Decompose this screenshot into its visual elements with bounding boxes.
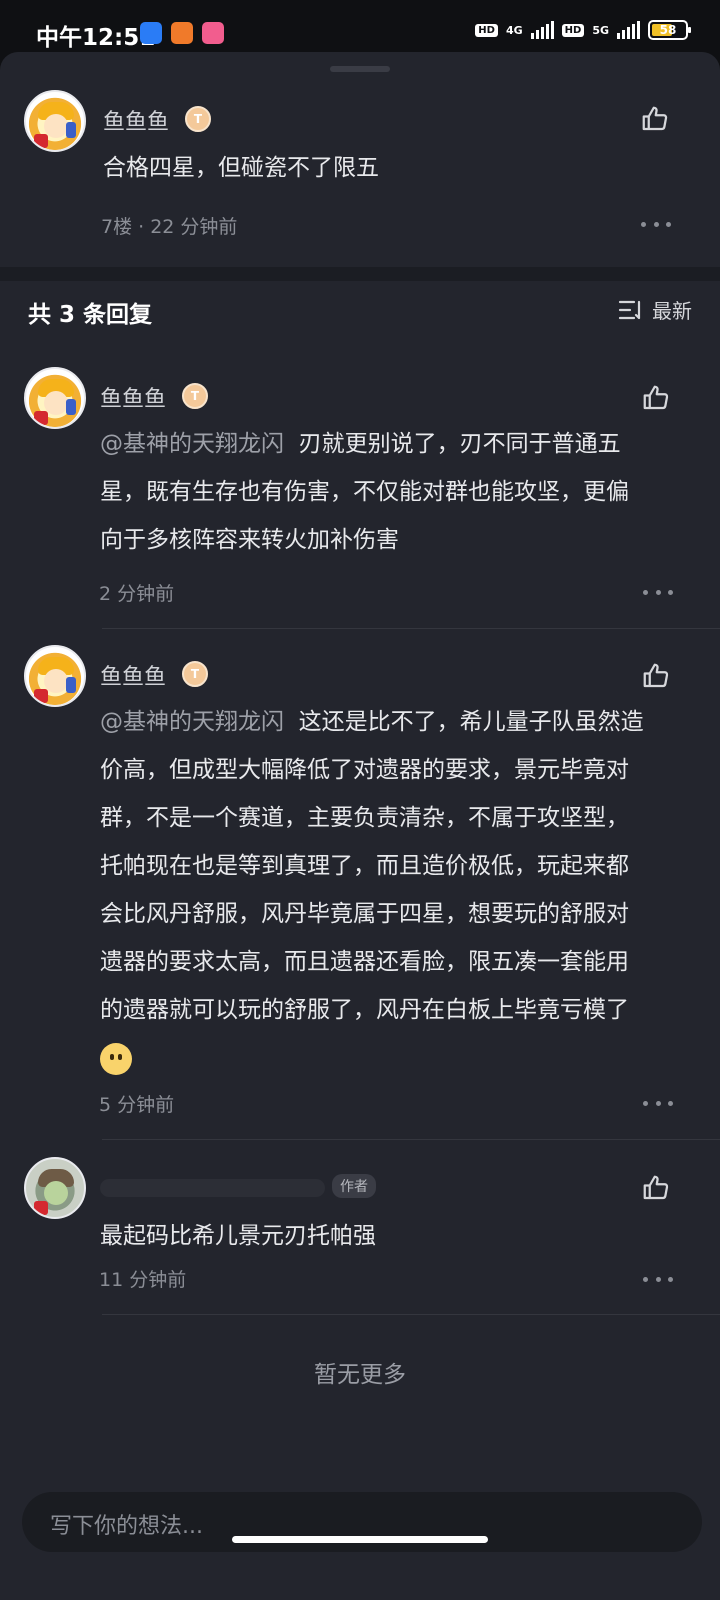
avatar[interactable] <box>24 645 86 707</box>
no-more-label: 暂无更多 <box>314 1362 406 1388</box>
more-options-icon[interactable] <box>643 587 673 597</box>
level-badge: T <box>182 383 208 409</box>
avatar[interactable] <box>24 367 86 429</box>
clock: 中午12:51 <box>36 25 156 51</box>
comment-sheet: 鱼鱼鱼 T 合格四星，但碰瓷不了限五 7楼 · 22 分钟前 共 3 条回复 最… <box>0 52 720 1600</box>
status-bar: 中午12:51 HD 4G HD 5G 58 <box>0 0 720 60</box>
level-badge: T <box>182 661 208 687</box>
section-divider <box>0 267 720 281</box>
bilibili-app-icon <box>202 22 224 44</box>
row-divider <box>102 1139 720 1140</box>
network-type-2: 5G <box>592 23 609 37</box>
signal-icon <box>530 21 554 39</box>
thumbs-up-icon[interactable] <box>640 104 670 134</box>
battery-icon: 58 <box>648 20 691 40</box>
signal-app-icon <box>140 22 162 44</box>
hd-icon-2: HD <box>561 23 585 37</box>
hd-icon: HD <box>475 23 498 37</box>
avatar[interactable] <box>24 1157 86 1219</box>
author-tag: 作者 <box>332 1174 376 1198</box>
network-type: 4G <box>505 23 523 37</box>
avatar[interactable] <box>24 90 86 152</box>
comment-text: 合格四星，但碰瓷不了限五 <box>103 155 379 181</box>
reply-text: @基神的天翔龙闪 这还是比不了，希儿量子队虽然造 价高，但成型大幅降低了对遗器的… <box>100 698 690 1082</box>
reply-count: 共 3 条回复 <box>28 302 153 328</box>
battery-level: 58 <box>659 23 677 37</box>
sort-label: 最新 <box>652 299 692 323</box>
reply-text: @基神的天翔龙闪 刃就更别说了，刃不同于普通五 星，既有生存也有伤害，不仅能对群… <box>100 431 629 553</box>
username[interactable]: 鱼鱼鱼 <box>100 659 166 691</box>
reply-time: 2 分钟前 <box>99 583 175 605</box>
thumbs-up-icon[interactable] <box>641 1173 671 1203</box>
row-divider <box>102 1314 720 1315</box>
row-divider <box>102 628 720 629</box>
more-options-icon[interactable] <box>641 219 671 229</box>
thumbs-up-icon[interactable] <box>641 661 671 691</box>
more-options-icon[interactable] <box>643 1274 673 1284</box>
comment-meta: 7楼 · 22 分钟前 <box>101 216 238 238</box>
blurred-username <box>100 1179 325 1197</box>
thumbs-up-icon[interactable] <box>641 383 671 413</box>
username[interactable]: 鱼鱼鱼 <box>103 104 169 136</box>
mention-link[interactable]: @基神的天翔龙闪 <box>100 709 284 735</box>
smile-emoji-icon <box>100 1042 132 1075</box>
sort-icon <box>618 300 641 319</box>
mention-link[interactable]: @基神的天翔龙闪 <box>100 431 284 457</box>
home-indicator[interactable] <box>232 1536 488 1543</box>
reply-time: 5 分钟前 <box>99 1094 175 1116</box>
sort-button[interactable]: 最新 <box>618 295 692 324</box>
reply-text: 最起码比希儿景元刃托帕强 <box>100 1223 376 1249</box>
shopping-app-icon <box>171 22 193 44</box>
signal-icon-2 <box>617 21 640 39</box>
username[interactable]: 鱼鱼鱼 <box>100 381 166 413</box>
input-placeholder: 写下你的想法... <box>50 1514 203 1539</box>
comment-input[interactable]: 写下你的想法... <box>22 1492 702 1552</box>
reply-time: 11 分钟前 <box>99 1269 187 1291</box>
level-badge: T <box>185 106 211 132</box>
more-options-icon[interactable] <box>643 1098 673 1108</box>
drag-handle[interactable] <box>330 66 390 72</box>
